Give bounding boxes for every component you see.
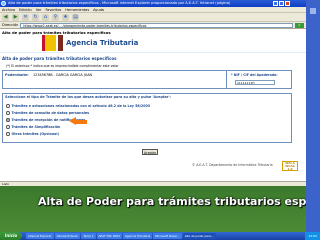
task-button[interactable]: AEAT FRC 2005 <box>96 233 122 239</box>
option-simplificacion[interactable]: Trámites de Simplificación <box>6 125 60 129</box>
poderdante-row: Poderdante: 12345678B - GARCIA GARCIA JU… <box>2 70 292 89</box>
option-label: Trámites e actuaciones relacionadas con … <box>11 104 151 108</box>
option-consulta-datos[interactable]: Trámites de consulta de datos personales <box>6 111 89 115</box>
task-buttons: Internet Explorer Cliente Exterior Temp … <box>26 233 216 239</box>
section-title: Alta de poder para trámites tributarios … <box>2 56 117 61</box>
menu-ver[interactable]: Ver <box>36 7 42 12</box>
radio-button[interactable] <box>6 104 10 108</box>
logo-text: Agencia Tributaria <box>66 39 139 47</box>
accept-button[interactable]: Aceptar <box>142 149 158 155</box>
footer-text: © A.E.A.T. Departamento de Informática T… <box>192 163 273 167</box>
slide-caption: Alta de Poder para trámites tributarios … <box>38 195 320 208</box>
screen: Alta de poder para trámites tributarios … <box>0 0 320 240</box>
options-box: Seleccione el tipo de Trámite de los que… <box>2 93 292 143</box>
scroll-icon[interactable] <box>310 8 316 14</box>
task-button[interactable]: Internet Explorer <box>26 233 54 239</box>
required-note: (*) El asterisco * indica que es impresc… <box>6 64 119 68</box>
menu-favoritos[interactable]: Favoritos <box>45 7 61 12</box>
close-icon[interactable] <box>285 1 290 6</box>
taskbar: Inicio Internet Explorer Cliente Exterio… <box>0 232 320 240</box>
option-articulo-46[interactable]: Trámites e actuaciones relacionadas con … <box>6 104 150 108</box>
go-button[interactable]: Ir <box>295 22 304 28</box>
task-button[interactable]: Temp 2 <box>81 233 96 239</box>
window-titlebar[interactable]: Alta de poder para trámites tributarios … <box>0 0 306 7</box>
radio-button[interactable] <box>6 111 10 115</box>
stop-icon[interactable]: ✕ <box>22 13 29 21</box>
option-label: Trámites de consulta de datos personales <box>11 111 90 115</box>
home-icon[interactable]: ⌂ <box>42 13 49 21</box>
radio-button[interactable] <box>6 132 10 136</box>
refresh-icon[interactable]: ↻ <box>32 13 39 21</box>
desktop-background: Alta de Poder para trámites tributarios … <box>0 186 320 232</box>
menu-edicion[interactable]: Edición <box>19 7 32 12</box>
window-controls <box>273 1 290 6</box>
favorites-icon[interactable]: ★ <box>62 13 69 21</box>
address-bar: Dirección https://www2.aeat.es/..../otor… <box>0 22 306 29</box>
task-button[interactable]: Cliente Exterior <box>54 233 81 239</box>
maximize-icon[interactable] <box>279 1 284 6</box>
radio-button-checked[interactable] <box>6 118 10 122</box>
minimize-icon[interactable] <box>273 1 278 6</box>
print-icon[interactable]: ▤ <box>72 13 79 21</box>
poderdante-value: 12345678B - GARCIA GARCIA JUAN <box>33 73 93 77</box>
divider <box>0 52 306 53</box>
option-label: Otros trámites (Opcional) <box>11 132 60 136</box>
crest-icon <box>58 35 63 51</box>
apoderado-input[interactable]: 11111111H <box>235 80 275 85</box>
shield-icon <box>42 35 56 51</box>
arrow-pointer-icon <box>69 117 87 126</box>
window-title: Alta de poder para trámites tributarios … <box>8 1 231 5</box>
task-button[interactable]: Microsoft Power... <box>153 233 182 239</box>
ie-icon <box>1 1 6 6</box>
menu-archivo[interactable]: Archivo <box>2 7 15 12</box>
menu-herramientas[interactable]: Herramientas <box>65 7 89 12</box>
aeat-logo: Agencia Tributaria <box>42 35 138 51</box>
toolbar: ◀ ▶ ✕ ↻ ⌂ ⚲ ★ ▤ <box>0 13 306 22</box>
option-label: Trámites de Simplificación <box>11 125 61 129</box>
options-heading: Seleccione el tipo de Trámite de los que… <box>5 95 171 99</box>
task-button-active[interactable]: Alta de poder para... <box>182 233 216 239</box>
option-otros[interactable]: Otros trámites (Opcional) <box>6 132 59 136</box>
poderdante-cell: Poderdante: 12345678B - GARCIA GARCIA JU… <box>3 71 227 89</box>
apoderado-label: * NIF / CIF del Apoderado: <box>231 73 278 77</box>
radio-button[interactable] <box>6 125 10 129</box>
back-icon[interactable]: ◀ <box>2 13 9 21</box>
system-tray-clock: 12:00 <box>305 232 320 240</box>
menu-ayuda[interactable]: Ayuda <box>93 7 104 12</box>
forward-icon[interactable]: ▶ <box>12 13 19 21</box>
poderdante-label: Poderdante: <box>5 73 29 77</box>
address-label: Dirección <box>2 22 19 27</box>
page-content: Alta de poder para trámites tributarios … <box>0 29 306 181</box>
task-button[interactable]: Agencia Tributaria <box>122 233 153 239</box>
side-panel <box>306 0 320 240</box>
address-input[interactable]: https://www2.aeat.es/..../otorgamiento-p… <box>20 22 293 28</box>
start-button[interactable]: Inicio <box>0 232 22 240</box>
wai-badge: WAI-A WCAG 1.0 <box>282 161 298 171</box>
search-icon[interactable]: ⚲ <box>52 13 59 21</box>
